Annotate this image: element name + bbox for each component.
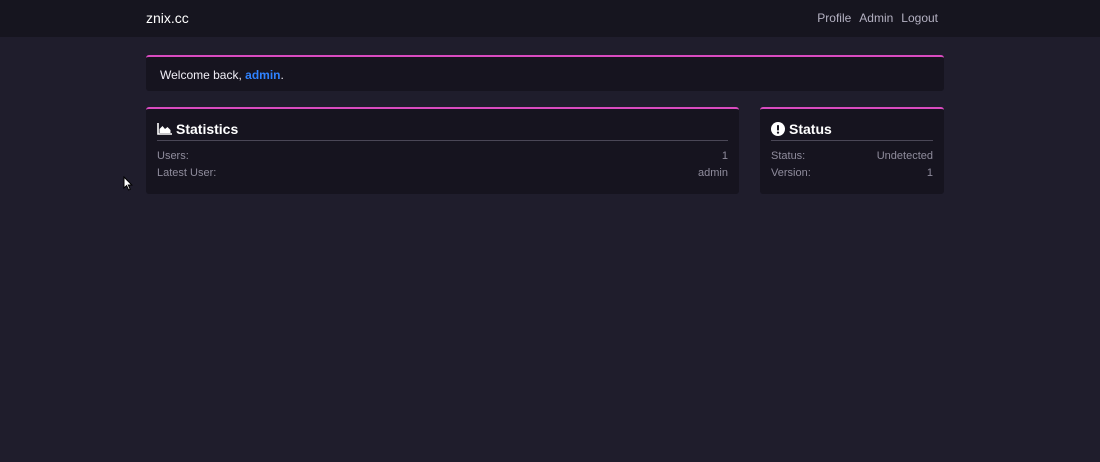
status-row-version: Version: 1 [771, 165, 933, 182]
status-value: Undetected [876, 150, 933, 162]
nav-links: Profile Admin Logout [817, 11, 938, 25]
status-card: Status Status: Undetected Version: 1 [760, 107, 944, 194]
status-value: 1 [926, 167, 933, 179]
status-label: Status: [771, 150, 806, 162]
statistics-card: Statistics Users: 1 Latest User: admin [146, 107, 739, 194]
welcome-prefix: Welcome back, [160, 68, 246, 82]
top-navbar: znix.cc Profile Admin Logout [0, 0, 1100, 37]
stat-value: admin [698, 167, 728, 179]
nav-link-profile[interactable]: Profile [817, 11, 851, 25]
brand-link[interactable]: znix.cc [146, 10, 189, 26]
statistics-card-title: Statistics [157, 121, 728, 141]
status-row-status: Status: Undetected [771, 148, 933, 165]
welcome-suffix: . [280, 68, 284, 82]
statistics-title: Statistics [176, 121, 239, 137]
welcome-username-link[interactable]: admin [245, 68, 280, 82]
status-label: Version: [771, 167, 811, 179]
stat-row-latest-user: Latest User: admin [157, 165, 728, 182]
stat-row-users: Users: 1 [157, 148, 728, 165]
mouse-cursor-icon [123, 175, 133, 196]
nav-link-logout[interactable]: Logout [901, 11, 938, 25]
exclamation-circle-icon [771, 122, 785, 136]
stat-value: 1 [721, 150, 728, 162]
stat-label: Latest User: [157, 167, 217, 179]
status-card-title: Status [771, 121, 933, 141]
nav-link-admin[interactable]: Admin [859, 11, 893, 25]
area-chart-icon [157, 123, 172, 135]
status-title: Status [789, 121, 832, 137]
stat-label: Users: [157, 150, 189, 162]
welcome-banner: Welcome back, admin. [146, 55, 944, 91]
